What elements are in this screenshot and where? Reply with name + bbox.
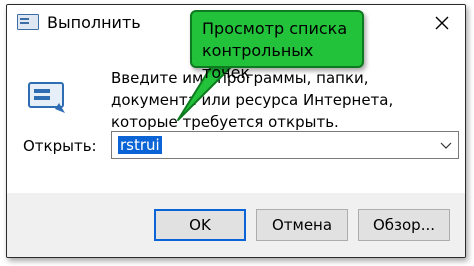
close-icon [435,16,449,30]
open-combobox[interactable]: rstrui [111,131,459,159]
chevron-down-icon[interactable] [438,137,454,153]
dialog-description: Введите имя программы, папки, документа … [111,69,394,131]
open-input[interactable]: rstrui [118,136,162,154]
cancel-button[interactable]: Отмена [256,209,348,241]
close-button[interactable] [429,11,455,35]
open-label: Открыть: [23,137,97,155]
run-icon [25,77,69,117]
annotation-callout: Просмотр списка контрольных точек [190,10,364,82]
window-title: Выполнить [47,13,141,32]
browse-button[interactable]: Обзор... [358,209,450,241]
ok-button[interactable]: OK [154,209,246,241]
run-icon [17,14,39,30]
button-bar: OK Отмена Обзор... [7,193,465,257]
